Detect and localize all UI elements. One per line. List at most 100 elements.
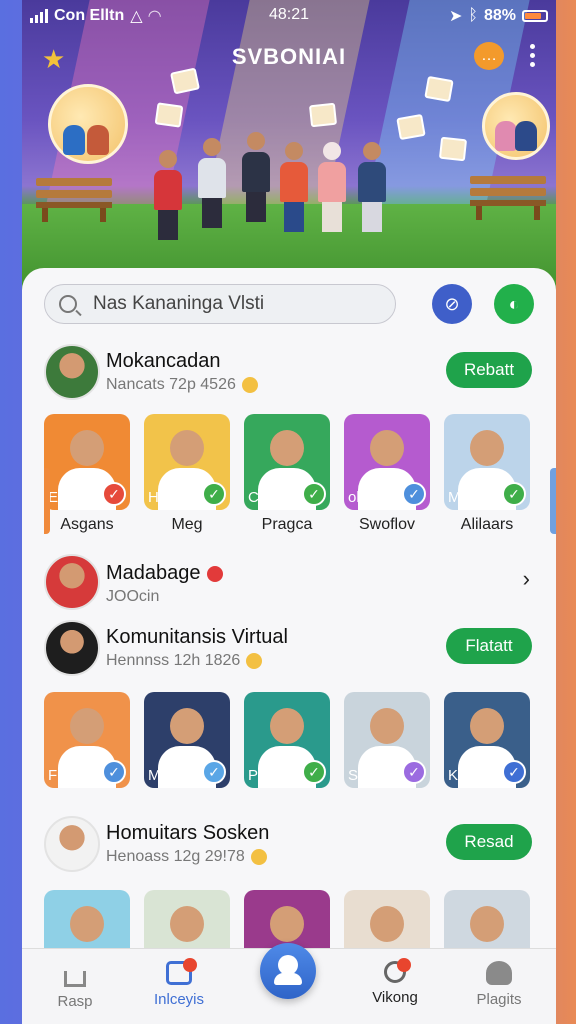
member-face: [370, 708, 404, 744]
search-input[interactable]: [91, 292, 375, 316]
join-button[interactable]: Flatatt: [446, 628, 532, 664]
contact-status: JOOcin: [106, 588, 160, 605]
check-icon[interactable]: ✓: [202, 760, 226, 784]
member-photo: Hean ✓: [144, 414, 230, 510]
nav-search-label: Vikong: [372, 989, 418, 1006]
avatar[interactable]: [44, 344, 100, 400]
person-figure: [154, 150, 182, 240]
member-face: [470, 906, 504, 942]
profile-fab-button[interactable]: [260, 943, 316, 999]
member-photo: Medan ✓: [144, 692, 230, 788]
member-photo: Peciar ✓: [244, 692, 330, 788]
check-icon[interactable]: ✓: [102, 482, 126, 506]
member-face: [70, 708, 104, 744]
member-photo: olgoin ✓: [344, 414, 430, 510]
person-figure: [198, 138, 226, 228]
photo-bubble-left: [48, 84, 128, 164]
scroll-tab-right[interactable]: [550, 468, 556, 534]
member-photo: Cacpn ✓: [244, 414, 330, 510]
member-name: Swoflov: [358, 516, 416, 533]
more-menu-icon[interactable]: [530, 44, 536, 71]
notification-badge: [183, 958, 197, 972]
member-row: Exacn ✓ Asgans Hean ✓ Meg Cacpn ✓ Pragca olgoin ✓ S…: [44, 414, 556, 534]
hero-banner: ★ SVBONIAI …: [22, 0, 556, 300]
search-icon: [384, 958, 411, 983]
chat-icon[interactable]: …: [474, 42, 504, 70]
member-tile[interactable]: Sttao ✓: [344, 692, 430, 788]
check-icon[interactable]: ✓: [102, 760, 126, 784]
nav-search[interactable]: Vikong: [350, 958, 440, 1006]
group-title[interactable]: Homuitars Sosken: [106, 822, 269, 845]
nav-home[interactable]: Rasp: [30, 961, 120, 1010]
member-tile[interactable]: Flatia ✓: [44, 692, 130, 788]
battery-percent: 88%: [483, 7, 516, 24]
nav-home-label: Rasp: [57, 993, 93, 1010]
member-face: [170, 708, 204, 744]
emoji-icon: [246, 652, 263, 669]
person-figure: [358, 142, 386, 232]
member-tag: Hean: [148, 489, 184, 506]
check-icon[interactable]: ✓: [502, 760, 526, 784]
group-meta: Hennnss 12h 1826: [106, 652, 263, 670]
group-meta: Henoass 12g 29!78: [106, 848, 267, 866]
check-icon[interactable]: ✓: [402, 482, 426, 506]
member-tile[interactable]: Mlaa ✓ Alilaars: [444, 414, 530, 534]
chevron-right-icon[interactable]: ›: [523, 566, 530, 592]
member-photo: Exacn ✓: [44, 414, 130, 510]
search-bar[interactable]: [44, 284, 396, 324]
member-face: [170, 430, 204, 466]
floating-photo: [154, 102, 184, 128]
location-icon: ➤: [448, 8, 463, 25]
person-icon: [486, 961, 512, 985]
floating-photo: [308, 102, 338, 128]
check-icon[interactable]: ✓: [302, 482, 326, 506]
floating-photo: [396, 113, 426, 141]
battery-icon: [522, 10, 548, 22]
avatar[interactable]: [44, 816, 100, 872]
emoji-icon: [250, 848, 267, 865]
member-name: Meg: [171, 516, 203, 533]
member-tile[interactable]: Peciar ✓: [244, 692, 330, 788]
member-name: Pragca: [261, 516, 313, 533]
search-icon: [59, 295, 77, 313]
nav-inbox[interactable]: Inlceyis: [134, 958, 224, 1008]
member-tag: olgoin: [348, 489, 389, 506]
member-tag: Peciar: [248, 767, 291, 784]
member-tag: Medan: [148, 767, 194, 784]
person-figure: [318, 142, 346, 232]
group-meta: Nancats 72p 4526: [106, 376, 258, 394]
avatar[interactable]: [44, 554, 100, 610]
app-screen: ★ SVBONIAI … Con Elltn △ ◠ 48:21 ➤ ᛒ 88%…: [22, 0, 556, 1024]
bench-left: [36, 178, 112, 222]
member-tag: Mlaa: [448, 489, 481, 506]
member-face: [270, 430, 304, 466]
member-tile[interactable]: Klolatt ✓: [444, 692, 530, 788]
group-title[interactable]: Mokancadan: [106, 350, 221, 373]
join-button[interactable]: Rebatt: [446, 352, 532, 388]
check-icon[interactable]: ✓: [202, 482, 226, 506]
compass-button[interactable]: ⊘: [432, 284, 472, 324]
nav-profile-label: Plagits: [476, 991, 522, 1008]
notification-badge: [206, 565, 223, 582]
member-tile[interactable]: Exacn ✓ Asgans: [44, 414, 130, 534]
member-face: [270, 906, 304, 942]
join-button[interactable]: Resad: [446, 824, 532, 860]
leaf-button[interactable]: ◐: [494, 284, 534, 324]
member-tile[interactable]: olgoin ✓ Swoflov: [344, 414, 430, 534]
scroll-tab-left[interactable]: [44, 468, 50, 534]
group-title[interactable]: Komunitansis Virtual: [106, 626, 288, 649]
avatar[interactable]: [44, 620, 100, 676]
member-photo: Flatia ✓: [44, 692, 130, 788]
check-icon[interactable]: ✓: [302, 760, 326, 784]
member-tile[interactable]: Medan ✓: [144, 692, 230, 788]
check-icon[interactable]: ✓: [502, 482, 526, 506]
member-tile[interactable]: Cacpn ✓ Pragca: [244, 414, 330, 534]
member-face: [470, 708, 504, 744]
member-photo: Klolatt ✓: [444, 692, 530, 788]
nav-profile[interactable]: Plagits: [454, 961, 544, 1008]
floating-photo: [169, 67, 201, 95]
contact-name[interactable]: Madabage: [106, 562, 223, 585]
member-tile[interactable]: Hean ✓ Meg: [144, 414, 230, 534]
nav-inbox-label: Inlceyis: [153, 991, 205, 1008]
check-icon[interactable]: ✓: [402, 760, 426, 784]
